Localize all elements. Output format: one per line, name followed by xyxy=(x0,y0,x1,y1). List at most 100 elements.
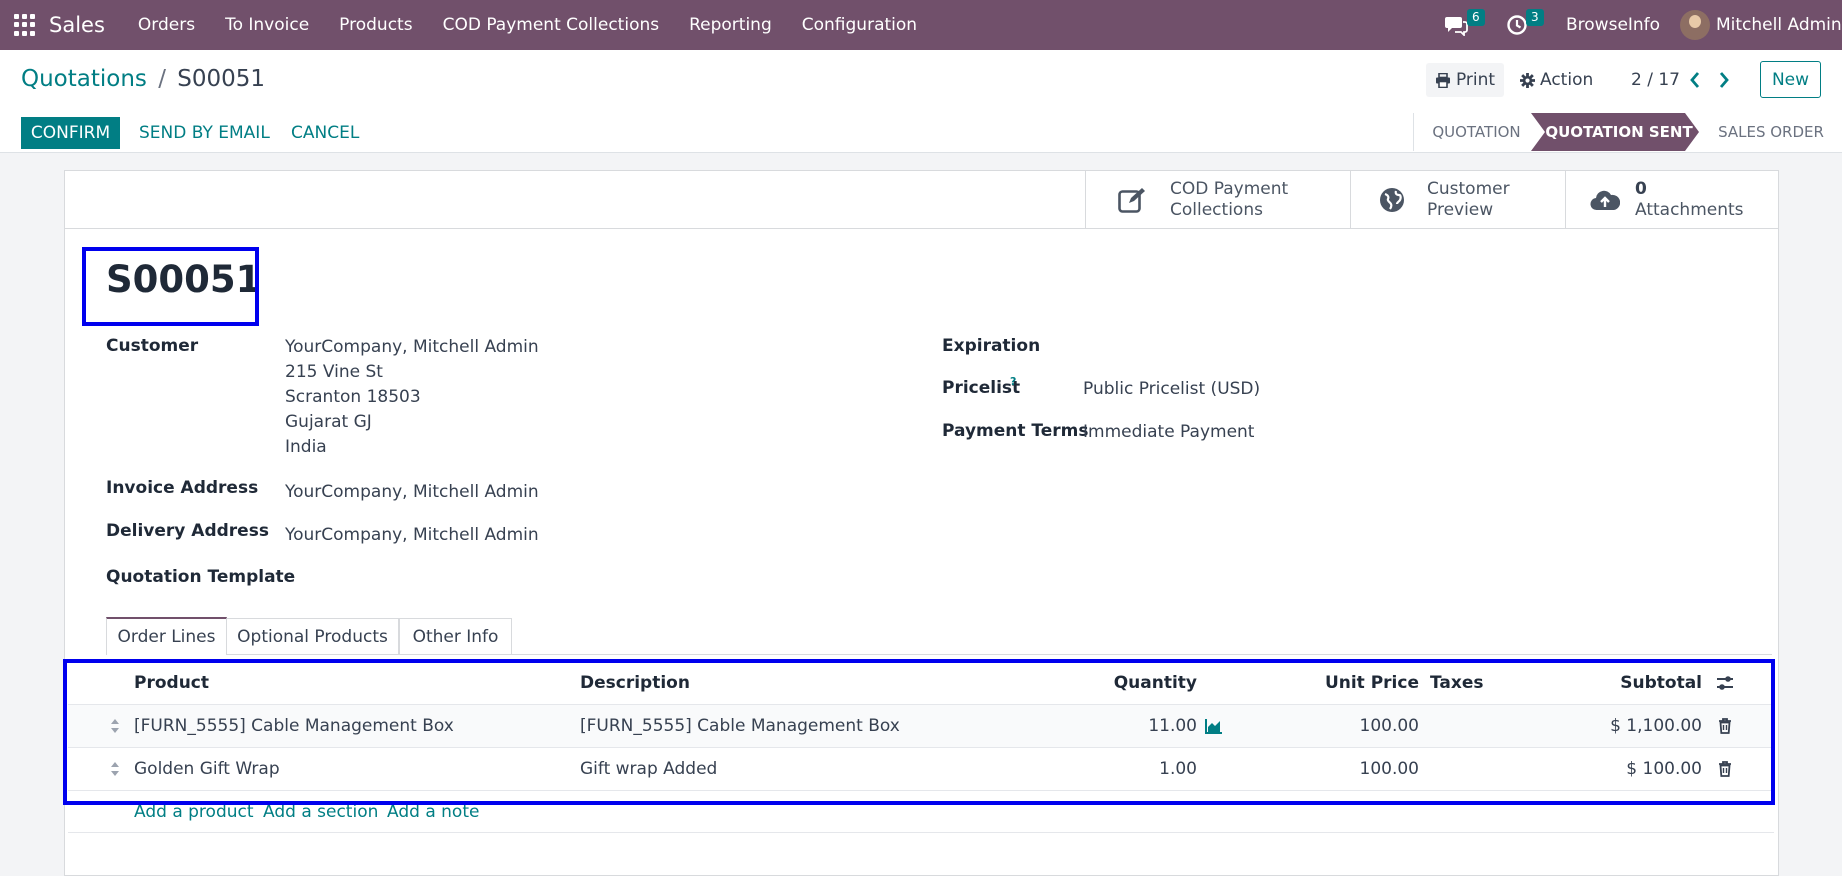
payment-terms-label: Payment Terms xyxy=(942,421,1089,441)
pricelist-value[interactable]: Public Pricelist (USD) xyxy=(1083,379,1260,399)
column-header-product[interactable]: Product xyxy=(134,673,209,693)
cod-label-line1: COD Payment xyxy=(1170,179,1289,199)
activity-count-badge: 3 xyxy=(1526,9,1544,26)
customer-address-state: Gujarat GJ xyxy=(285,412,372,432)
menu-to-invoice[interactable]: To Invoice xyxy=(210,15,324,35)
row-unit-price[interactable]: 100.00 xyxy=(1360,759,1419,779)
attachments-button[interactable]: 0 Attachments xyxy=(1565,171,1778,229)
pricelist-label: Pricelist xyxy=(942,378,1021,398)
payment-terms-value[interactable]: Immediate Payment xyxy=(1083,422,1254,442)
app-name[interactable]: Sales xyxy=(49,13,105,37)
edit-icon xyxy=(1118,188,1145,213)
print-label: Print xyxy=(1455,70,1496,90)
menu-products[interactable]: Products xyxy=(324,15,427,35)
table-bottom-border xyxy=(68,790,1774,791)
top-navbar: Sales Orders To Invoice Products COD Pay… xyxy=(0,0,1842,50)
row-description[interactable]: Gift wrap Added xyxy=(580,759,717,779)
row-description[interactable]: [FURN_5555] Cable Management Box xyxy=(580,716,900,736)
trash-icon[interactable] xyxy=(1718,718,1732,734)
send-by-email-button[interactable]: SEND BY EMAIL xyxy=(139,123,270,143)
quotation-template-field[interactable] xyxy=(285,563,845,591)
preview-label-line2: Preview xyxy=(1427,200,1494,220)
row-subtotal: $ 1,100.00 xyxy=(1610,716,1702,736)
column-header-description[interactable]: Description xyxy=(580,673,690,693)
user-name: Mitchell Admin xyxy=(1716,15,1842,35)
delivery-address-label: Delivery Address xyxy=(106,521,269,541)
tabs-baseline xyxy=(106,654,1772,655)
customer-label: Customer xyxy=(106,336,199,356)
print-button[interactable]: Print xyxy=(1426,63,1504,97)
column-header-taxes[interactable]: Taxes xyxy=(1430,673,1484,693)
drag-handle-icon[interactable] xyxy=(110,762,120,776)
new-button[interactable]: New xyxy=(1760,61,1821,98)
optional-columns-icon[interactable] xyxy=(1716,675,1734,691)
customer-address-city: Scranton 18503 xyxy=(285,387,421,407)
menu-configuration[interactable]: Configuration xyxy=(787,15,932,35)
expiration-field[interactable] xyxy=(1083,332,1643,360)
messaging-menu[interactable] xyxy=(1444,0,1468,50)
trash-icon[interactable] xyxy=(1718,761,1732,777)
column-header-unit-price[interactable]: Unit Price xyxy=(1325,673,1419,693)
tab-order-lines[interactable]: Order Lines xyxy=(106,617,227,655)
chat-count-badge: 6 xyxy=(1467,9,1485,26)
action-button[interactable]: Action xyxy=(1520,63,1593,97)
chevron-left-icon[interactable] xyxy=(1689,71,1701,89)
status-sales-order[interactable]: SALES ORDER xyxy=(1700,113,1842,151)
cancel-button[interactable]: CANCEL xyxy=(291,123,359,143)
print-icon xyxy=(1435,72,1450,88)
apps-menu-icon[interactable] xyxy=(14,14,36,36)
pager-value[interactable]: 2 / 17 xyxy=(1631,70,1680,90)
pricelist-help-icon[interactable]: ? xyxy=(1010,375,1016,388)
row-product[interactable]: Golden Gift Wrap xyxy=(134,759,280,779)
status-quotation-sent[interactable]: QUOTATION SENT xyxy=(1545,113,1693,151)
invoice-address-label: Invoice Address xyxy=(106,478,259,498)
activity-menu[interactable] xyxy=(1506,0,1528,50)
clock-icon xyxy=(1507,15,1527,35)
action-label: Action xyxy=(1540,70,1594,90)
quotation-template-label: Quotation Template xyxy=(106,567,296,587)
cloud-upload-icon xyxy=(1590,190,1620,211)
expiration-label: Expiration xyxy=(942,336,1041,356)
customer-address-country: India xyxy=(285,437,327,457)
tab-other-info[interactable]: Other Info xyxy=(399,618,512,654)
chevron-right-icon[interactable] xyxy=(1718,71,1730,89)
row-quantity[interactable]: 1.00 xyxy=(1159,759,1197,779)
company-switcher[interactable]: BrowseInfo xyxy=(1566,0,1660,50)
attachments-count: 0 xyxy=(1635,179,1647,199)
add-section-link[interactable]: Add a section xyxy=(263,802,378,822)
status-quotation[interactable]: QUOTATION xyxy=(1414,113,1539,151)
table-row[interactable] xyxy=(68,747,1774,790)
menu-orders[interactable]: Orders xyxy=(123,15,210,35)
customer-value[interactable]: YourCompany, Mitchell Admin xyxy=(285,337,539,357)
menu-reporting[interactable]: Reporting xyxy=(674,15,787,35)
gear-icon xyxy=(1520,72,1535,88)
add-product-link[interactable]: Add a product xyxy=(134,802,254,822)
forecast-chart-icon[interactable] xyxy=(1205,718,1223,734)
preview-label-line1: Customer xyxy=(1427,179,1510,199)
footer-divider xyxy=(68,832,1774,833)
cod-label-line2: Collections xyxy=(1170,200,1263,220)
add-note-link[interactable]: Add a note xyxy=(387,802,479,822)
column-header-quantity[interactable]: Quantity xyxy=(1114,673,1197,693)
breadcrumb-quotations[interactable]: Quotations xyxy=(21,66,147,92)
globe-icon xyxy=(1380,188,1404,212)
breadcrumb: Quotations / S00051 xyxy=(21,66,265,92)
delivery-address-value[interactable]: YourCompany, Mitchell Admin xyxy=(285,525,539,545)
customer-preview-button[interactable]: Customer Preview xyxy=(1350,171,1565,229)
breadcrumb-separator: / xyxy=(158,66,166,92)
attachments-label: Attachments xyxy=(1635,200,1744,220)
row-quantity[interactable]: 11.00 xyxy=(1148,716,1197,736)
invoice-address-value[interactable]: YourCompany, Mitchell Admin xyxy=(285,482,539,502)
tab-optional-products[interactable]: Optional Products xyxy=(227,618,399,654)
row-product[interactable]: [FURN_5555] Cable Management Box xyxy=(134,716,454,736)
breadcrumb-current: S00051 xyxy=(177,66,266,92)
menu-cod-payment-collections[interactable]: COD Payment Collections xyxy=(428,15,675,35)
drag-handle-icon[interactable] xyxy=(110,719,120,733)
record-name: S00051 xyxy=(106,258,262,301)
confirm-button[interactable]: CONFIRM xyxy=(21,117,120,149)
row-unit-price[interactable]: 100.00 xyxy=(1360,716,1419,736)
cod-payment-collections-button[interactable]: COD Payment Collections xyxy=(1085,171,1350,229)
user-menu[interactable]: Mitchell Admin xyxy=(1680,0,1842,50)
row-subtotal: $ 100.00 xyxy=(1626,759,1702,779)
column-header-subtotal[interactable]: Subtotal xyxy=(1620,673,1702,693)
